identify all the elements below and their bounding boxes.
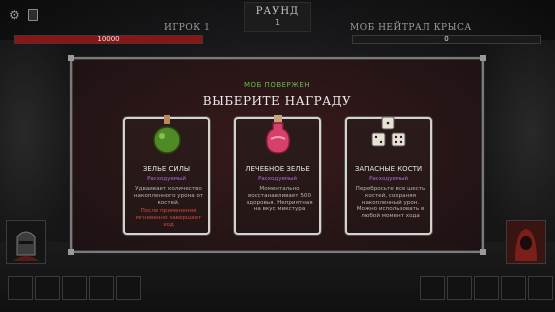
card-description: Удваивает количество накопленного урона … <box>133 186 204 206</box>
enemy-name: МОБ НЕЙТРАЛ КРЫСА <box>350 23 472 33</box>
inventory-slot[interactable] <box>89 276 114 300</box>
player-health-value: 10000 <box>97 35 120 43</box>
inventory-slot[interactable] <box>501 276 526 300</box>
inventory-slot[interactable] <box>8 276 33 300</box>
enemy-health-bar: 0 <box>352 35 541 44</box>
modal-corner <box>480 55 486 61</box>
knight-helmet-icon <box>13 231 39 261</box>
reward-card-healing-potion[interactable]: ЛЕЧЕБНОЕ ЗЕЛЬЕ Расходуемый Моментально в… <box>234 115 321 235</box>
reward-card-strength-potion[interactable]: ЗЕЛЬЕ СИЛЫ Расходуемый Удваивает количес… <box>123 115 210 235</box>
pink-potion-icon <box>265 115 290 154</box>
book-icon[interactable] <box>28 9 38 21</box>
reward-modal: МОБ ПОВЕРЖЕН ВЫБЕРИТЕ НАГРАДУ ЗЕЛЬЕ СИЛЫ… <box>68 55 486 255</box>
modal-corner <box>68 55 74 61</box>
card-type: Расходуемый <box>369 176 408 182</box>
modal-title: ВЫБЕРИТЕ НАГРАДУ <box>202 94 352 108</box>
card-description: Перебросьте все шесть костей, сохраняя н… <box>355 186 426 220</box>
player-name: ИГРОК 1 <box>164 23 211 33</box>
modal-corner <box>480 249 486 255</box>
inventory-slot[interactable] <box>35 276 60 300</box>
card-warning: После применения мгновенно завершает ход <box>135 208 202 228</box>
green-potion-icon <box>152 115 181 154</box>
inventory-slot[interactable] <box>528 276 553 300</box>
round-indicator: РАУНД 1 <box>244 2 311 32</box>
inventory-slot[interactable] <box>116 276 141 300</box>
gear-icon[interactable]: ⚙ <box>9 9 21 21</box>
hooded-figure-icon <box>515 229 537 261</box>
modal-subtitle: МОБ ПОВЕРЖЕН <box>243 81 311 89</box>
card-title: ЗАПАСНЫЕ КОСТИ <box>354 165 423 173</box>
player-portrait <box>6 220 46 264</box>
player-health-bar: 10000 <box>14 35 203 44</box>
card-description: Моментально восстанавливает 500 здоровья… <box>246 186 313 213</box>
card-title: ЗЕЛЬЕ СИЛЫ <box>142 165 191 173</box>
card-title: ЛЕЧЕБНОЕ ЗЕЛЬЕ <box>245 165 310 173</box>
reward-card-spare-dice[interactable]: ЗАПАСНЫЕ КОСТИ Расходуемый Перебросьте в… <box>345 116 432 235</box>
dice-icon <box>371 116 405 147</box>
modal-corner <box>68 249 74 255</box>
game-screen: ⚙ РАУНД 1 ИГРОК 1 10000 МОБ НЕЙТРАЛ КРЫС… <box>0 0 555 312</box>
inventory-slot[interactable] <box>447 276 472 300</box>
inventory-slot[interactable] <box>420 276 445 300</box>
inventory-slot[interactable] <box>62 276 87 300</box>
enemy-health-value: 0 <box>444 35 449 43</box>
enemy-portrait <box>506 220 546 264</box>
round-label: РАУНД <box>255 6 300 17</box>
card-type: Расходуемый <box>258 176 297 182</box>
round-number: 1 <box>274 18 281 27</box>
card-type: Расходуемый <box>147 176 186 182</box>
inventory-slot[interactable] <box>474 276 499 300</box>
